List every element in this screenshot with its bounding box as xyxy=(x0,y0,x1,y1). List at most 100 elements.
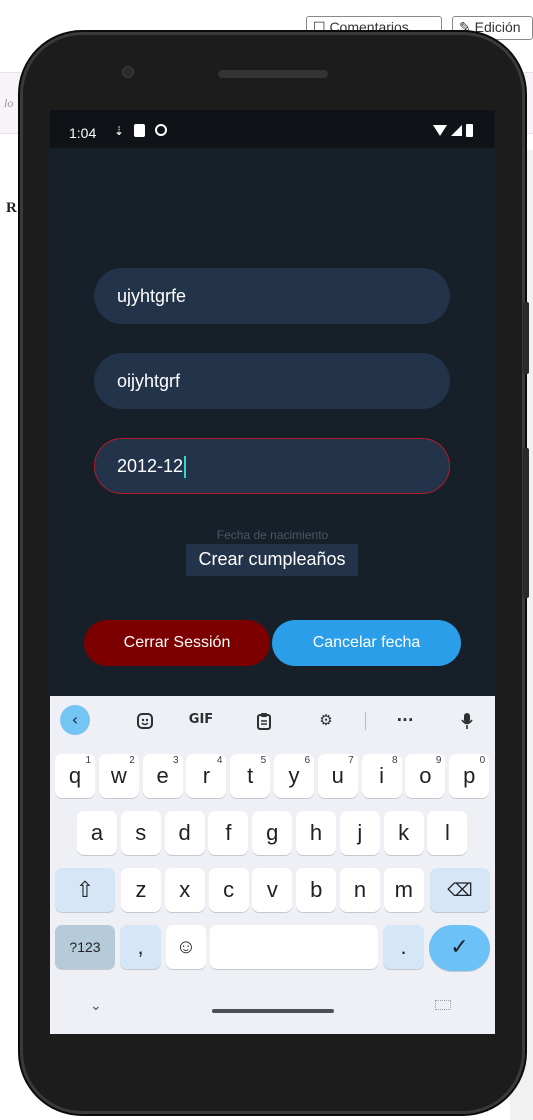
settings-icon[interactable]: ⚙ xyxy=(312,706,340,734)
key-b-label: b xyxy=(310,877,323,902)
birthday-form: ujyhtgrfe oijyhtgrf 2012-12 Fecha de nac… xyxy=(50,148,495,696)
key-k[interactable]: k xyxy=(383,811,424,855)
backspace-key[interactable]: ⌫ xyxy=(430,868,490,912)
power-button xyxy=(523,302,529,374)
soft-keyboard: ‹ GIF ⚙ ··· ⇧ ⌫ ?123 , ☺ . ✓ ⌄ q 1 w 2 e… xyxy=(50,696,495,1034)
shift-key[interactable]: ⇧ xyxy=(55,868,115,912)
emoji-key[interactable]: ☺ xyxy=(166,925,206,969)
key-c-label: c xyxy=(223,877,235,902)
surname-input-value: oijyhtgrf xyxy=(117,371,181,391)
key-m[interactable]: m xyxy=(383,868,424,912)
document-heading-fragment: R xyxy=(6,200,17,216)
key-o-number-hint: 9 xyxy=(435,755,442,766)
key-z-label: z xyxy=(135,877,147,902)
birthdate-hint: Fecha de nacimiento xyxy=(216,528,329,542)
name-input[interactable]: ujyhtgrfe xyxy=(94,268,450,324)
download-icon: ⇣ xyxy=(114,124,125,138)
key-q-label: q xyxy=(68,763,82,788)
key-z[interactable]: z xyxy=(121,868,161,912)
key-r[interactable]: r4 xyxy=(186,754,227,798)
key-p[interactable]: p0 xyxy=(449,754,490,798)
key-v[interactable]: v xyxy=(252,868,293,912)
key-o-label: o xyxy=(419,763,432,788)
earpiece-speaker xyxy=(218,70,328,78)
key-k-label: k xyxy=(398,820,410,845)
sticker-icon[interactable] xyxy=(131,706,159,734)
hide-keyboard-icon[interactable]: ⌄ xyxy=(90,998,102,1014)
key-t-number-hint: 5 xyxy=(260,755,267,766)
toolbar-divider xyxy=(365,712,366,730)
cancel-date-button[interactable]: Cancelar fecha xyxy=(272,620,461,666)
battery-icon xyxy=(466,124,473,137)
key-j[interactable]: j xyxy=(339,811,380,855)
front-camera xyxy=(122,66,134,78)
keyboard-switch-icon[interactable] xyxy=(435,1000,451,1010)
key-a[interactable]: a xyxy=(77,811,117,855)
key-h-label: h xyxy=(309,820,323,845)
key-e-label: e xyxy=(156,763,169,788)
birthdate-input[interactable]: 2012-12 xyxy=(94,438,450,494)
key-u-number-hint: 7 xyxy=(348,755,354,766)
key-l-label: l xyxy=(444,820,450,845)
gif-button[interactable]: GIF xyxy=(183,706,219,734)
key-r-number-hint: 4 xyxy=(216,755,223,766)
key-j-label: j xyxy=(357,820,363,845)
key-i[interactable]: i8 xyxy=(361,754,402,798)
key-o[interactable]: o9 xyxy=(405,754,446,798)
key-w[interactable]: w2 xyxy=(98,754,139,798)
key-e-number-hint: 3 xyxy=(173,755,179,766)
status-bar: 1:04 ⇣ xyxy=(50,110,495,148)
key-b[interactable]: b xyxy=(296,868,337,912)
key-p-label: p xyxy=(463,763,476,788)
key-x[interactable]: x xyxy=(164,868,205,912)
key-t-label: t xyxy=(247,763,254,788)
key-a-label: a xyxy=(90,820,104,845)
key-m-label: m xyxy=(394,877,413,902)
home-gesture-bar[interactable] xyxy=(212,1009,334,1013)
name-input-value: ujyhtgrfe xyxy=(117,286,187,306)
clipboard-icon[interactable] xyxy=(250,706,278,734)
key-h[interactable]: h xyxy=(296,811,336,855)
signal-icon xyxy=(451,125,462,136)
back-icon[interactable]: ‹ xyxy=(60,705,90,735)
key-l[interactable]: l xyxy=(427,811,468,855)
key-d[interactable]: d xyxy=(164,811,205,855)
key-u[interactable]: u7 xyxy=(317,754,358,798)
key-y-number-hint: 6 xyxy=(304,755,310,766)
key-w-label: w xyxy=(110,763,127,788)
key-f[interactable]: f xyxy=(208,811,249,855)
key-s-label: s xyxy=(135,820,147,845)
surname-input[interactable]: oijyhtgrf xyxy=(94,353,450,409)
logout-button[interactable]: Cerrar Sessión xyxy=(84,620,270,666)
volume-button xyxy=(523,448,529,598)
key-g[interactable]: g xyxy=(252,811,293,855)
more-icon[interactable]: ··· xyxy=(391,706,419,734)
text-cursor xyxy=(184,456,187,479)
key-t[interactable]: t5 xyxy=(230,754,271,798)
key-u-label: u xyxy=(331,763,344,788)
key-q[interactable]: q1 xyxy=(55,754,95,798)
key-p-number-hint: 0 xyxy=(479,755,486,766)
key-s[interactable]: s xyxy=(120,811,161,855)
key-g-label: g xyxy=(266,820,279,845)
comma-key[interactable]: , xyxy=(120,925,161,969)
key-e[interactable]: e3 xyxy=(142,754,183,798)
mic-icon[interactable] xyxy=(453,706,481,734)
key-n-label: n xyxy=(353,877,367,902)
create-birthday-button[interactable]: Crear cumpleaños xyxy=(186,544,358,576)
key-i-number-hint: 8 xyxy=(392,755,398,766)
status-time: 1:04 xyxy=(69,125,97,141)
period-key[interactable]: . xyxy=(383,925,424,969)
key-c[interactable]: c xyxy=(208,868,249,912)
key-q-number-hint: 1 xyxy=(85,755,91,766)
phone-screen: 1:04 ⇣ ujyhtgrfe oijyhtgrf 2012-12 Fecha… xyxy=(50,110,495,1034)
key-y[interactable]: y6 xyxy=(274,754,314,798)
key-x-label: x xyxy=(179,877,191,902)
key-f-label: f xyxy=(225,820,232,845)
numbers-key[interactable]: ?123 xyxy=(55,925,115,969)
enter-key[interactable]: ✓ xyxy=(429,925,490,971)
space-key[interactable] xyxy=(210,925,378,969)
key-v-label: v xyxy=(266,877,278,902)
key-n[interactable]: n xyxy=(340,868,380,912)
sd-card-icon xyxy=(134,124,146,137)
